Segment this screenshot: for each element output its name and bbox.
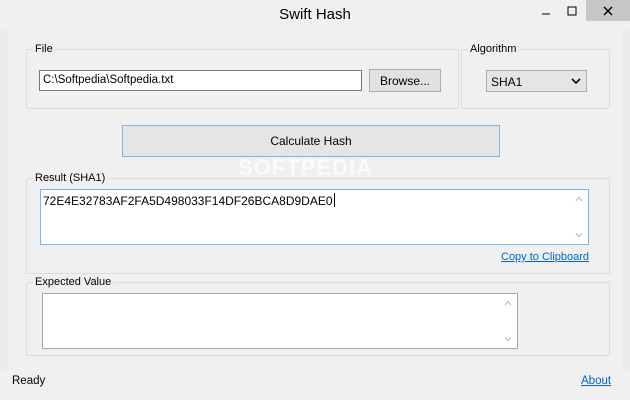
chevron-down-icon bbox=[504, 336, 512, 342]
client-area: File C:\Softpedia\Softpedia.txt Browse..… bbox=[8, 31, 622, 391]
status-bar: Ready About bbox=[0, 369, 630, 400]
calculate-hash-button[interactable]: Calculate Hash bbox=[122, 125, 500, 157]
about-link[interactable]: About bbox=[581, 375, 611, 387]
expected-value-group: Expected Value bbox=[26, 275, 610, 356]
file-path-input[interactable]: C:\Softpedia\Softpedia.txt bbox=[39, 70, 362, 91]
scroll-down-arrow[interactable] bbox=[500, 331, 516, 347]
maximize-icon bbox=[567, 6, 577, 15]
app-window: Swift Hash File C:\Softpedia\Softpedia.t… bbox=[0, 0, 630, 400]
expected-scrollbar[interactable] bbox=[500, 295, 516, 347]
title-bar: Swift Hash bbox=[0, 0, 630, 31]
minimize-button[interactable] bbox=[533, 0, 559, 21]
result-group-label: Result (SHA1) bbox=[33, 171, 108, 185]
algorithm-select[interactable]: SHA1 bbox=[486, 70, 587, 92]
result-hash-value: 72E4E32783AF2FA5D498033F14DF26BCA8D9DAE0 bbox=[43, 193, 335, 208]
text-caret bbox=[333, 193, 335, 207]
algorithm-selected-value: SHA1 bbox=[491, 75, 523, 89]
result-hash-text: 72E4E32783AF2FA5D498033F14DF26BCA8D9DAE0 bbox=[43, 194, 333, 208]
scroll-down-arrow[interactable] bbox=[571, 227, 587, 243]
chevron-up-icon bbox=[504, 300, 512, 306]
status-text: Ready bbox=[12, 375, 46, 387]
chevron-down-icon bbox=[575, 232, 583, 238]
algorithm-group: Algorithm SHA1 bbox=[461, 42, 610, 109]
algorithm-group-label: Algorithm bbox=[468, 42, 519, 56]
browse-button[interactable]: Browse... bbox=[369, 69, 441, 92]
scroll-up-arrow[interactable] bbox=[571, 191, 587, 207]
result-scrollbar[interactable] bbox=[571, 191, 587, 243]
file-path-value: C:\Softpedia\Softpedia.txt bbox=[43, 74, 174, 86]
scroll-up-arrow[interactable] bbox=[500, 295, 516, 311]
maximize-button[interactable] bbox=[559, 0, 585, 21]
file-group: File C:\Softpedia\Softpedia.txt Browse..… bbox=[26, 42, 459, 109]
file-group-label: File bbox=[33, 42, 55, 56]
chevron-down-icon bbox=[571, 78, 581, 85]
chevron-up-icon bbox=[575, 196, 583, 202]
result-textarea[interactable]: 72E4E32783AF2FA5D498033F14DF26BCA8D9DAE0 bbox=[40, 189, 589, 245]
result-group: Result (SHA1) 72E4E32783AF2FA5D498033F14… bbox=[26, 171, 610, 274]
copy-to-clipboard-link[interactable]: Copy to Clipboard bbox=[501, 251, 589, 263]
expected-value-group-label: Expected Value bbox=[33, 275, 114, 289]
expected-value-textarea[interactable] bbox=[42, 293, 518, 349]
close-button[interactable] bbox=[586, 0, 630, 21]
minimize-icon bbox=[542, 13, 550, 14]
close-icon bbox=[603, 6, 613, 15]
